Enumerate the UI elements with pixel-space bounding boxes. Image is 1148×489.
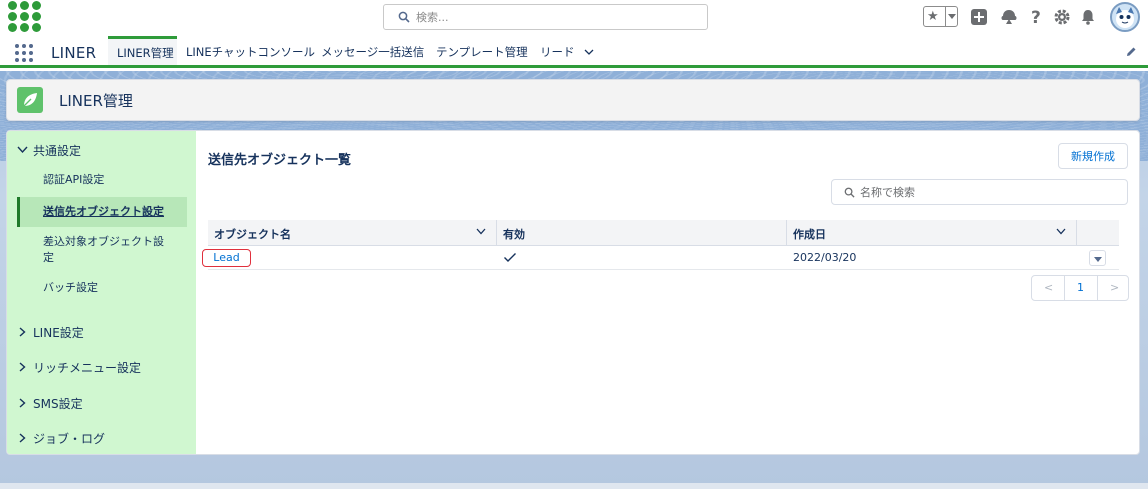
tab-label: メッセージ一括送信 <box>321 45 425 59</box>
leaf-icon <box>17 87 43 113</box>
sidebar-section-line[interactable]: LINE設定 <box>17 324 84 341</box>
tab-template-admin[interactable]: テンプレート管理 <box>436 36 528 65</box>
sidebar-item-auth-api[interactable]: 認証API設定 <box>17 172 187 188</box>
sidebar-section-rich-menu[interactable]: リッチメニュー設定 <box>17 359 141 376</box>
next-page-button[interactable]: > <box>1110 281 1119 294</box>
favorites-dropdown-icon[interactable] <box>948 14 956 19</box>
prev-page-button[interactable]: < <box>1044 281 1053 294</box>
settings-sidebar: 共通設定 認証API設定 送信先オブジェクト設定 差込対象オブジェクト設定 バッ… <box>7 131 196 454</box>
sidebar-item-target-object[interactable]: 送信先オブジェクト設定 <box>17 197 187 227</box>
pager-divider <box>1097 276 1098 300</box>
column-header-actions <box>1077 220 1119 246</box>
main-card: 共通設定 認証API設定 送信先オブジェクト設定 差込対象オブジェクト設定 バッ… <box>6 130 1140 455</box>
content-area: 送信先オブジェクト一覧 新規作成 オブジェクト名 有効 <box>196 131 1139 454</box>
tab-label: LINEチャットコンソール <box>186 45 316 59</box>
help-icon[interactable]: ? <box>1027 8 1045 26</box>
svg-text:?: ? <box>1031 8 1041 26</box>
app-launcher-icon[interactable] <box>15 44 33 62</box>
sidebar-item-label: バッチ設定 <box>43 281 98 294</box>
sidebar-item-label: 送信先オブジェクト設定 <box>43 205 164 218</box>
row-action-menu[interactable] <box>1089 250 1106 266</box>
page-title: LINER管理 <box>59 92 133 110</box>
sidebar-section-label: リッチメニュー設定 <box>33 361 142 375</box>
tab-label: テンプレート管理 <box>436 45 528 59</box>
object-link-lead[interactable]: Lead <box>202 249 251 267</box>
global-header: ★ ? <box>0 0 1148 36</box>
name-search-input[interactable] <box>860 184 1120 201</box>
column-header-object-name[interactable]: オブジェクト名 <box>208 220 497 246</box>
content-title: 送信先オブジェクト一覧 <box>208 153 352 168</box>
tab-line-chat-console[interactable]: LINEチャットコンソール <box>186 36 315 65</box>
page-number-button[interactable]: 1 <box>1077 281 1084 294</box>
column-label: 有効 <box>503 228 525 241</box>
setup-gear-icon[interactable] <box>1053 8 1071 26</box>
chevron-down-icon <box>17 146 28 154</box>
table-header: オブジェクト名 有効 作成日 <box>208 220 1119 246</box>
tab-lead[interactable]: リード <box>540 36 594 65</box>
favorites-button[interactable]: ★ <box>923 6 958 27</box>
notifications-bell-icon[interactable] <box>1079 8 1097 26</box>
cell-active <box>497 246 787 270</box>
pager-divider <box>1064 276 1065 300</box>
app-logo-icon[interactable] <box>8 1 42 33</box>
sidebar-section-label: LINE設定 <box>33 326 84 340</box>
sidebar-item-merge-object[interactable]: 差込対象オブジェクト設定 <box>17 234 167 266</box>
user-avatar[interactable] <box>1110 2 1140 32</box>
name-search-box[interactable] <box>831 179 1128 205</box>
tab-label: LINER管理 <box>117 46 174 60</box>
chevron-right-icon <box>19 398 26 408</box>
cell-created-date: 2022/03/20 <box>787 246 1077 270</box>
sidebar-item-label: 差込対象オブジェクト設定 <box>43 235 164 264</box>
footer-strip <box>0 483 1148 489</box>
tab-bulk-message[interactable]: メッセージ一括送信 <box>321 36 424 65</box>
tab-label: リード <box>540 45 575 59</box>
sidebar-section-job-log[interactable]: ジョブ・ログ <box>17 430 105 447</box>
avatar-face-icon <box>1116 7 1134 28</box>
trailhead-icon[interactable] <box>1000 8 1018 26</box>
created-date-value: 2022/03/20 <box>793 251 857 264</box>
global-search-box[interactable] <box>383 4 708 30</box>
sidebar-section-label: 共通設定 <box>33 144 82 158</box>
search-icon <box>398 11 410 23</box>
tab-liner-admin[interactable]: LINER管理 <box>108 36 177 65</box>
table-row: Lead 2022/03/20 <box>202 246 1119 270</box>
global-add-icon[interactable] <box>970 8 988 26</box>
favorites-star-icon: ★ <box>927 9 939 24</box>
sidebar-section-common[interactable]: 共通設定 <box>17 142 81 159</box>
sidebar-section-label: ジョブ・ログ <box>33 432 106 446</box>
column-label: オブジェクト名 <box>214 228 291 241</box>
app-name: LINER <box>51 44 97 62</box>
sidebar-item-batch[interactable]: バッチ設定 <box>17 280 187 296</box>
column-header-created[interactable]: 作成日 <box>787 220 1077 246</box>
column-label: 作成日 <box>793 228 826 241</box>
edit-nav-pencil-icon[interactable] <box>1125 46 1137 58</box>
chevron-right-icon <box>19 327 26 337</box>
chevron-right-icon <box>19 433 26 443</box>
chevron-down-icon[interactable] <box>476 228 486 235</box>
chevron-right-icon <box>19 362 26 372</box>
search-icon <box>844 187 855 198</box>
global-search-input[interactable] <box>416 8 696 26</box>
checkmark-icon <box>504 253 516 262</box>
favorites-divider <box>945 7 946 26</box>
app-nav-bar: LINER LINER管理 LINEチャットコンソール メッセージ一括送信 テン… <box>0 36 1148 68</box>
chevron-down-icon <box>1094 257 1102 262</box>
pagination: < 1 > <box>1031 275 1129 301</box>
sidebar-section-label: SMS設定 <box>33 397 83 411</box>
sidebar-section-sms[interactable]: SMS設定 <box>17 395 83 412</box>
chevron-down-icon[interactable] <box>1056 228 1066 235</box>
page-header: LINER管理 <box>6 79 1140 121</box>
chevron-down-icon[interactable] <box>584 49 594 55</box>
sidebar-item-label: 認証API設定 <box>43 173 105 186</box>
cell-object-name: Lead <box>202 246 497 270</box>
new-button[interactable]: 新規作成 <box>1058 143 1128 169</box>
column-header-active: 有効 <box>497 220 787 246</box>
